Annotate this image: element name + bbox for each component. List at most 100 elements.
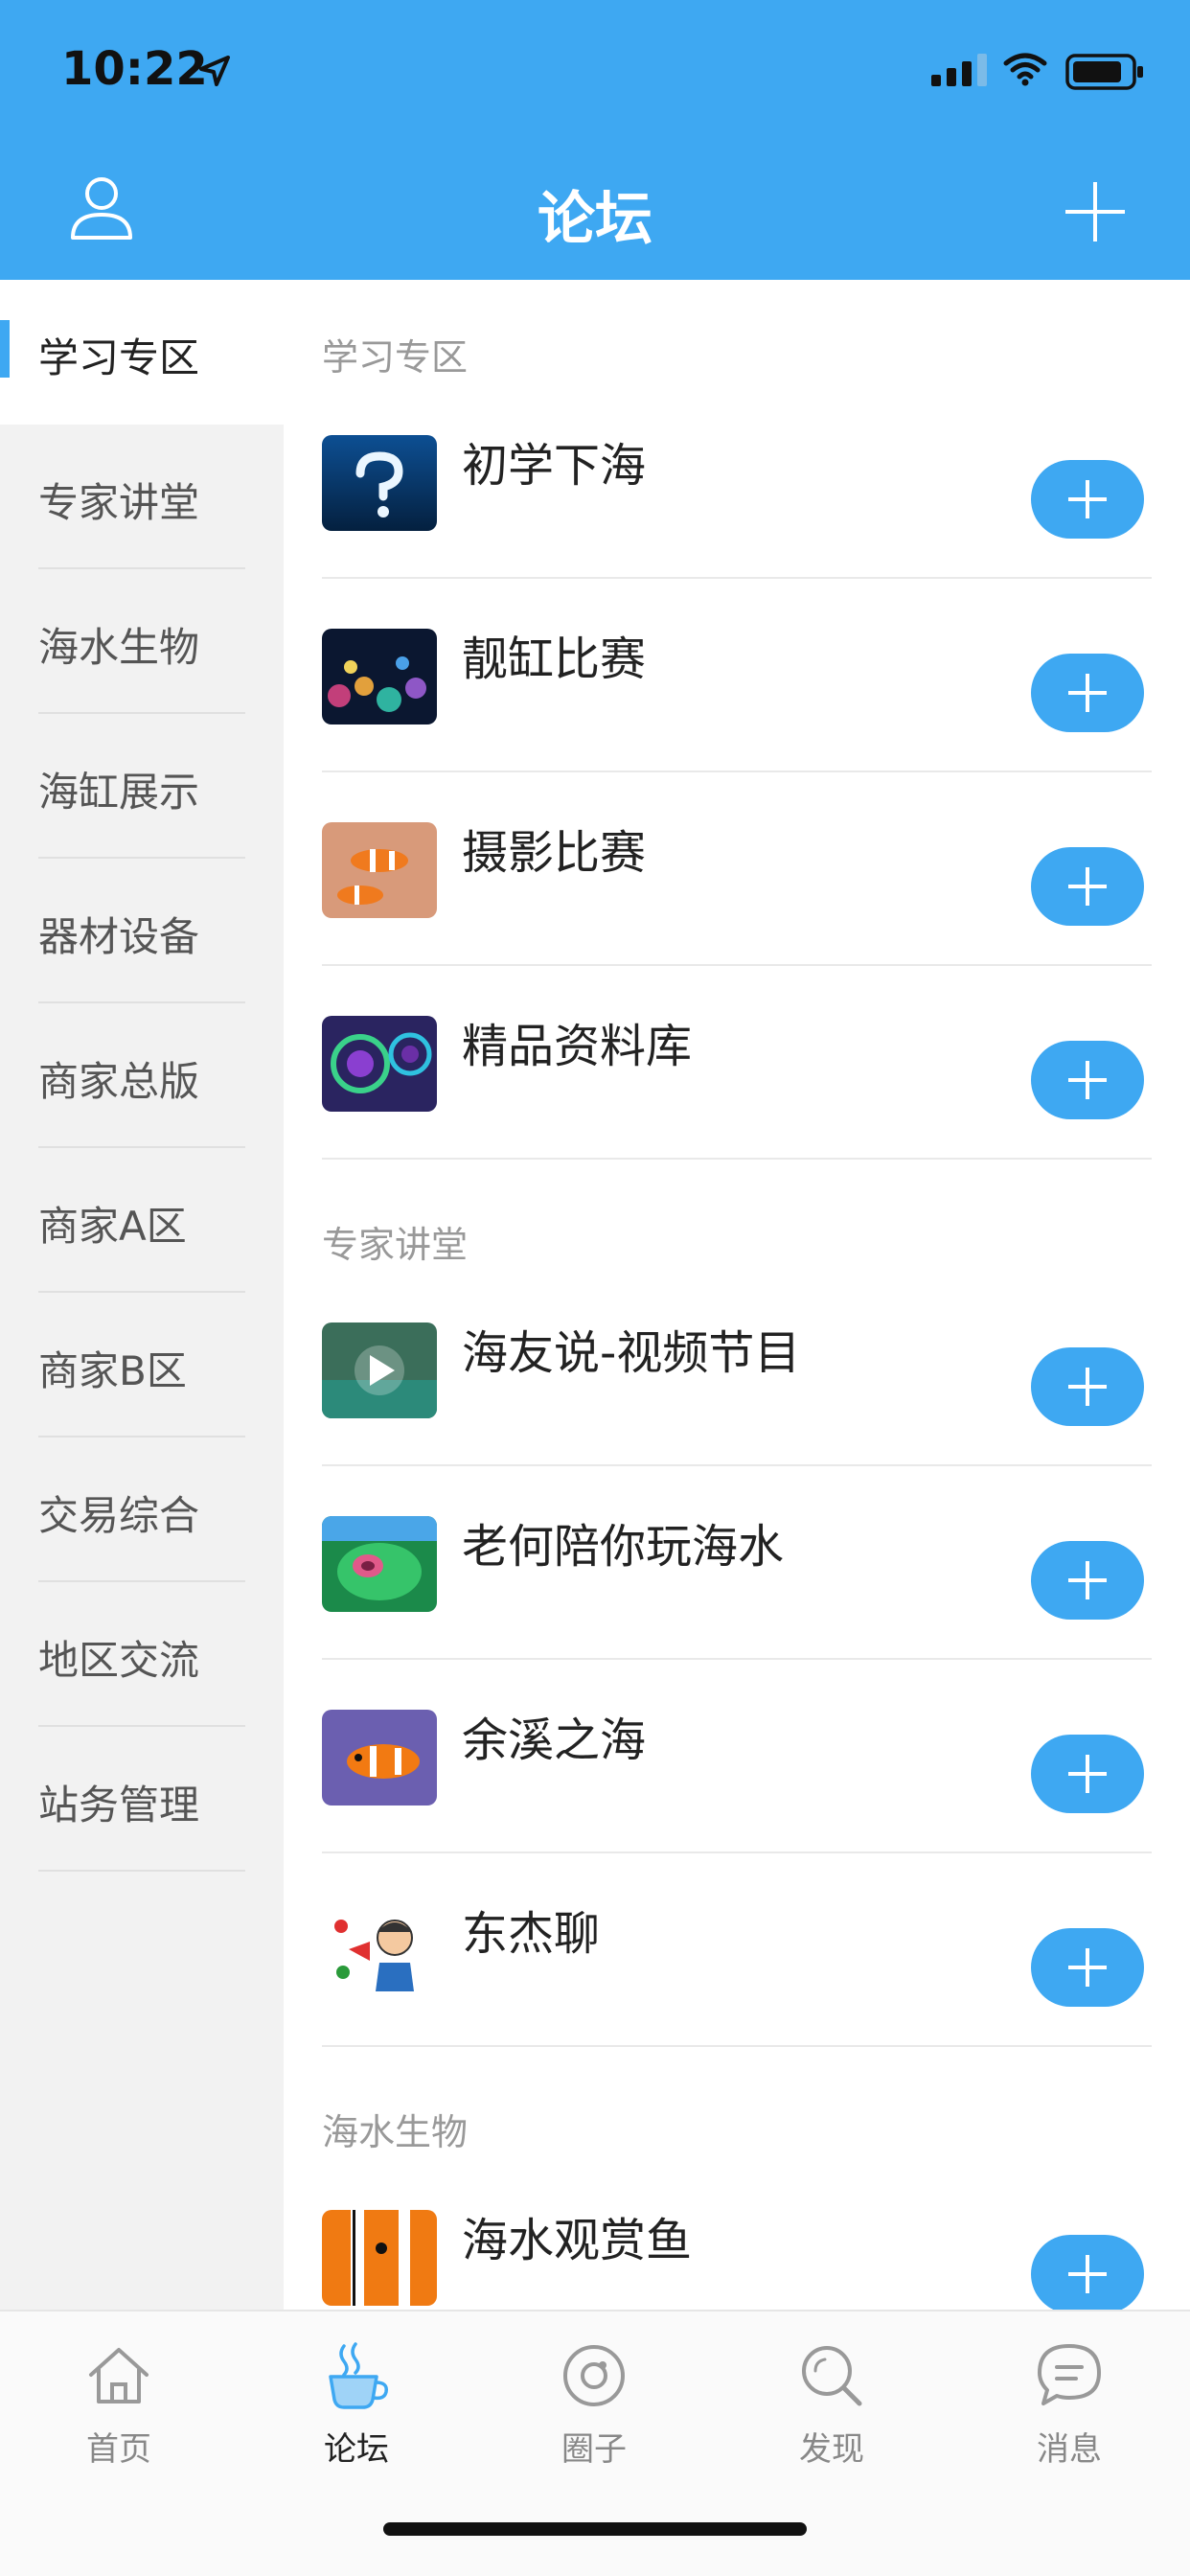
sidebar-item-tank-showcase[interactable]: 海缸展示 xyxy=(0,714,284,859)
sidebar-item-label: 海水生物 xyxy=(38,624,200,671)
sidebar-item-label: 专家讲堂 xyxy=(38,479,200,526)
forum-screen: 10:22 论坛 学习专区 专家讲堂 海水生物 海缸展示 器材设备 商家总版 商… xyxy=(0,0,1190,2576)
sidebar-item-experts[interactable]: 专家讲堂 xyxy=(0,425,284,569)
wifi-icon xyxy=(1003,53,1047,86)
clownfish-anemone-image xyxy=(322,822,437,918)
sidebar-item-label: 站务管理 xyxy=(38,1782,200,1828)
sidebar-item-regional[interactable]: 地区交流 xyxy=(0,1582,284,1727)
plus-icon xyxy=(1068,674,1107,712)
forum-row[interactable]: 海友说-视频节目 xyxy=(322,1273,1152,1466)
header: 10:22 论坛 xyxy=(0,0,1190,280)
tab-bar: 首页 论坛 圈子 发现 消息 xyxy=(0,2310,1190,2576)
nav-bar: 论坛 xyxy=(0,144,1190,280)
sidebar-item-label: 商家A区 xyxy=(38,1203,187,1250)
forum-row[interactable]: 海水观赏鱼 xyxy=(322,2160,1152,2310)
plus-icon xyxy=(1068,1368,1107,1406)
sidebar-item-merchant-main[interactable]: 商家总版 xyxy=(0,1003,284,1148)
reef-tank-image xyxy=(322,629,437,724)
forum-row[interactable]: 东杰聊 xyxy=(322,1853,1152,2047)
sidebar-item-label: 交易综合 xyxy=(38,1492,200,1539)
add-icon[interactable] xyxy=(1064,180,1127,243)
sidebar-item-label: 地区交流 xyxy=(38,1637,200,1684)
join-button[interactable] xyxy=(1031,654,1144,732)
join-button[interactable] xyxy=(1031,460,1144,539)
forum-name: 初学下海 xyxy=(462,439,647,493)
chat-bubble-icon xyxy=(1038,2344,1101,2405)
underwater-question-image xyxy=(322,435,437,531)
active-marker xyxy=(0,320,10,378)
plus-icon xyxy=(1068,1561,1107,1599)
forum-row[interactable]: 初学下海 xyxy=(322,385,1152,579)
sidebar-item-label: 海缸展示 xyxy=(38,769,200,816)
tab-label: 论坛 xyxy=(324,2430,389,2469)
section-title: 海水生物 xyxy=(322,2111,469,2153)
green-coral-image xyxy=(322,1516,437,1612)
sidebar-item-label: 商家总版 xyxy=(38,1058,200,1105)
status-bar: 10:22 xyxy=(0,0,1190,144)
coffee-cup-icon xyxy=(329,2342,389,2409)
circle-icon xyxy=(563,2345,625,2406)
battery-icon xyxy=(1065,54,1143,90)
sidebar-item-label: 学习专区 xyxy=(38,334,200,381)
join-button[interactable] xyxy=(1031,1541,1144,1620)
sidebar-item-marine-life[interactable]: 海水生物 xyxy=(0,569,284,714)
forum-name: 摄影比赛 xyxy=(462,826,647,880)
section-title: 专家讲堂 xyxy=(322,1224,469,1266)
coral-closeup-image xyxy=(322,1016,437,1112)
forum-name: 精品资料库 xyxy=(462,1020,693,1073)
cartoon-avatar-image xyxy=(322,1903,437,1999)
search-icon xyxy=(802,2346,862,2406)
forum-name: 海友说-视频节目 xyxy=(462,1326,801,1380)
cellular-signal-icon xyxy=(931,54,987,86)
sidebar-item-trading[interactable]: 交易综合 xyxy=(0,1438,284,1582)
sidebar-item-learning[interactable]: 学习专区 xyxy=(0,280,284,425)
tab-forum[interactable]: 论坛 xyxy=(238,2340,475,2484)
join-button[interactable] xyxy=(1031,1735,1144,1813)
forum-row[interactable]: 余溪之海 xyxy=(322,1660,1152,1853)
join-button[interactable] xyxy=(1031,1041,1144,1119)
sidebar-item-equipment[interactable]: 器材设备 xyxy=(0,859,284,1003)
forum-row[interactable]: 摄影比赛 xyxy=(322,772,1152,966)
tab-label: 发现 xyxy=(799,2430,864,2469)
sidebar-item-label: 商家B区 xyxy=(38,1347,187,1394)
tab-messages[interactable]: 消息 xyxy=(950,2340,1188,2484)
sidebar-item-site-admin[interactable]: 站务管理 xyxy=(0,1727,284,1872)
tab-home[interactable]: 首页 xyxy=(0,2340,238,2484)
forum-row[interactable]: 精品资料库 xyxy=(322,966,1152,1160)
clownfish-image xyxy=(322,1710,437,1806)
join-button[interactable] xyxy=(1031,847,1144,926)
tab-circle[interactable]: 圈子 xyxy=(475,2340,713,2484)
forum-name: 靓缸比赛 xyxy=(462,632,647,686)
plus-icon xyxy=(1068,867,1107,906)
video-play-image xyxy=(322,1322,437,1418)
plus-icon xyxy=(1068,2255,1107,2293)
forum-list: 学习专区 初学下海 靓缸比赛 摄影比赛 精品资料库 专家讲堂 海友说-视频节目 … xyxy=(284,280,1190,2310)
status-time: 10:22 xyxy=(61,42,208,96)
category-sidebar: 学习专区 专家讲堂 海水生物 海缸展示 器材设备 商家总版 商家A区 商家B区 xyxy=(0,280,284,2310)
plus-icon xyxy=(1068,1755,1107,1793)
tab-label: 圈子 xyxy=(561,2430,627,2469)
forum-name: 余溪之海 xyxy=(462,1714,647,1767)
join-button[interactable] xyxy=(1031,1928,1144,2007)
tab-label: 消息 xyxy=(1037,2430,1102,2469)
sidebar-item-label: 器材设备 xyxy=(38,913,200,960)
plus-icon xyxy=(1068,1061,1107,1099)
forum-name: 海水观赏鱼 xyxy=(462,2214,693,2267)
forum-row[interactable]: 老何陪你玩海水 xyxy=(322,1466,1152,1660)
join-button[interactable] xyxy=(1031,2235,1144,2310)
page-title: 论坛 xyxy=(538,186,652,253)
clownfish-closeup-image xyxy=(322,2210,437,2306)
home-icon xyxy=(89,2348,149,2404)
section-title: 学习专区 xyxy=(322,336,469,379)
forum-name: 东杰聊 xyxy=(462,1907,601,1961)
join-button[interactable] xyxy=(1031,1347,1144,1426)
forum-row[interactable]: 靓缸比赛 xyxy=(322,579,1152,772)
home-indicator[interactable] xyxy=(383,2522,807,2536)
location-arrow-icon xyxy=(199,56,230,86)
sidebar-item-merchant-a[interactable]: 商家A区 xyxy=(0,1148,284,1293)
tab-discover[interactable]: 发现 xyxy=(713,2340,950,2484)
tab-label: 首页 xyxy=(86,2430,151,2469)
sidebar-item-merchant-b[interactable]: 商家B区 xyxy=(0,1293,284,1438)
plus-icon xyxy=(1068,1948,1107,1987)
forum-name: 老何陪你玩海水 xyxy=(462,1520,785,1574)
